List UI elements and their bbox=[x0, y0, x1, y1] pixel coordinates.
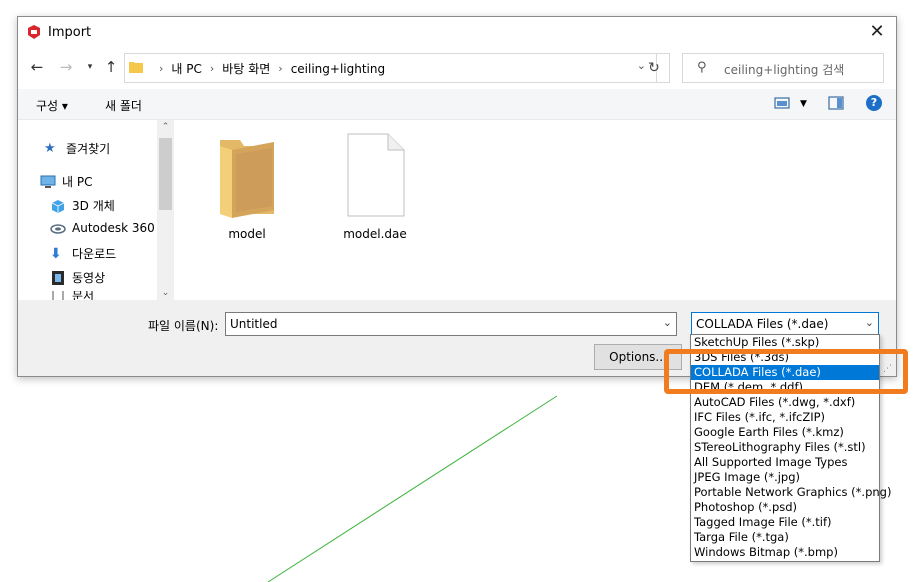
scroll-down-icon[interactable]: ⌄ bbox=[157, 288, 174, 298]
filetype-option[interactable]: AutoCAD Files (*.dwg, *.dxf) bbox=[691, 395, 879, 410]
nav-item-label: 3D 개체 bbox=[72, 199, 115, 213]
chevron-down-icon[interactable]: ⌄ bbox=[865, 316, 874, 329]
filetype-select[interactable]: COLLADA Files (*.dae) ⌄ bbox=[691, 312, 879, 336]
nav-item-this-pc[interactable]: 내 PC bbox=[40, 173, 92, 190]
filetype-dropdown-list: SketchUp Files (*.skp) 3DS Files (*.3ds) C… bbox=[690, 334, 891, 562]
command-toolbar: 구성 ▾ 새 폴더 ▼ ? bbox=[18, 89, 896, 120]
nav-item-label: 문서 bbox=[72, 291, 95, 300]
document-icon bbox=[52, 291, 64, 300]
nav-item-label: Autodesk 360 bbox=[72, 221, 155, 235]
filetype-option[interactable]: DEM (*.dem, *.ddf) bbox=[691, 380, 879, 395]
screen: Import ✕ ← → ▾ ↑ › 내 PC › 바탕 화면 › ceilin… bbox=[0, 0, 922, 582]
dialog-title: Import bbox=[48, 25, 92, 40]
filetype-option[interactable]: Windows Bitmap (*.bmp) bbox=[691, 545, 879, 560]
scroll-thumb[interactable] bbox=[159, 138, 172, 210]
file-item-folder[interactable]: model bbox=[207, 132, 287, 241]
nav-item-label: 다운로드 bbox=[72, 247, 117, 261]
sketchup-app-icon bbox=[28, 25, 40, 39]
file-item-dae[interactable]: model.dae bbox=[335, 132, 415, 241]
recent-locations-chevron-icon[interactable]: ▾ bbox=[80, 57, 100, 77]
organize-menu[interactable]: 구성 ▾ bbox=[36, 97, 68, 114]
download-icon: ⬇ bbox=[50, 245, 62, 262]
refresh-icon: ↻ bbox=[648, 60, 660, 76]
breadcrumb-separator-icon: › bbox=[209, 62, 215, 75]
breadcrumb-item-desktop[interactable]: 바탕 화면 bbox=[222, 60, 270, 77]
scroll-up-icon[interactable]: ⌃ bbox=[157, 122, 174, 132]
nav-item-label: 내 PC bbox=[62, 175, 93, 189]
view-options-icon[interactable] bbox=[774, 96, 790, 110]
filetype-option[interactable]: Portable Network Graphics (*.png) bbox=[691, 485, 891, 500]
filetype-option[interactable]: JPEG Image (*.jpg) bbox=[691, 470, 879, 485]
filetype-option[interactable]: Targa File (*.tga) bbox=[691, 530, 879, 545]
nav-item-3d-objects[interactable]: 3D 개체 bbox=[50, 197, 115, 214]
filetype-option[interactable]: Tagged Image File (*.tif) bbox=[691, 515, 879, 530]
cube-icon bbox=[51, 199, 65, 213]
filetype-value: COLLADA Files (*.dae) bbox=[696, 317, 829, 331]
cloud-icon bbox=[50, 224, 66, 234]
search-input[interactable]: ⚲ ceiling+lighting 검색 bbox=[682, 53, 884, 83]
filetype-option[interactable]: All Supported Image Types bbox=[691, 455, 879, 470]
breadcrumb: › 내 PC › 바탕 화면 › ceiling+lighting bbox=[151, 60, 385, 77]
nav-item-documents[interactable]: 문서 bbox=[50, 291, 94, 300]
address-bar[interactable]: › 내 PC › 바탕 화면 › ceiling+lighting ⌄ bbox=[124, 53, 657, 83]
nav-item-favorites[interactable]: ★ 즐겨찾기 bbox=[44, 140, 110, 157]
filename-value: Untitled bbox=[230, 317, 278, 331]
file-list: model model.dae bbox=[175, 120, 896, 300]
navigation-scrollbar[interactable]: ⌃ ⌄ bbox=[157, 120, 174, 300]
new-folder-button[interactable]: 새 폴더 bbox=[105, 97, 142, 114]
file-name: model bbox=[228, 227, 266, 241]
search-placeholder: ceiling+lighting 검색 bbox=[724, 63, 845, 77]
star-icon: ★ bbox=[44, 140, 56, 156]
filetype-option[interactable]: STereoLithography Files (*.stl) bbox=[691, 440, 879, 455]
back-arrow-icon[interactable]: ← bbox=[27, 57, 47, 77]
document-icon bbox=[347, 133, 405, 217]
computer-icon bbox=[40, 175, 56, 188]
nav-item-downloads[interactable]: ⬇ 다운로드 bbox=[50, 245, 116, 262]
nav-item-autodesk-360[interactable]: Autodesk 360 bbox=[50, 221, 155, 235]
view-chevron-down-icon[interactable]: ▼ bbox=[800, 99, 807, 109]
chevron-down-icon[interactable]: ⌄ bbox=[663, 316, 672, 329]
filetype-option[interactable]: Google Earth Files (*.kmz) bbox=[691, 425, 879, 440]
breadcrumb-item-pc[interactable]: 내 PC bbox=[171, 60, 201, 77]
filetype-option[interactable]: 3DS Files (*.3ds) bbox=[691, 350, 879, 365]
breadcrumb-separator-icon: › bbox=[278, 62, 283, 75]
navigation-pane: ★ 즐겨찾기 내 PC 3D 개체 Autodesk 360 ⬇ 다운로드 동영… bbox=[18, 120, 174, 300]
filename-label: 파일 이름(N): bbox=[148, 319, 219, 333]
breadcrumb-item-folder[interactable]: ceiling+lighting bbox=[291, 62, 385, 76]
forward-arrow-icon[interactable]: → bbox=[56, 57, 76, 77]
nav-item-label: 즐겨찾기 bbox=[66, 142, 111, 156]
refresh-button[interactable]: ↻ bbox=[639, 53, 670, 83]
title-bar: Import ✕ bbox=[18, 17, 896, 48]
file-name: model.dae bbox=[343, 227, 407, 241]
nav-item-label: 동영상 bbox=[72, 271, 106, 285]
filetype-option[interactable]: SketchUp Files (*.skp) bbox=[691, 335, 879, 350]
search-icon: ⚲ bbox=[697, 60, 707, 75]
folder-icon bbox=[220, 140, 274, 218]
video-icon bbox=[52, 270, 64, 285]
preview-pane-icon[interactable] bbox=[828, 96, 844, 110]
filetype-option[interactable]: IFC Files (*.ifc, *.ifcZIP) bbox=[691, 410, 879, 425]
options-button[interactable]: Options... bbox=[594, 344, 682, 370]
filename-input[interactable]: Untitled ⌄ bbox=[225, 312, 677, 336]
resize-grip-icon[interactable]: ⋰ bbox=[883, 364, 892, 374]
close-button[interactable]: ✕ bbox=[866, 21, 888, 43]
nav-item-videos[interactable]: 동영상 bbox=[50, 269, 105, 286]
folder-icon bbox=[129, 62, 143, 73]
breadcrumb-separator-icon: › bbox=[159, 62, 164, 75]
filetype-option[interactable]: Photoshop (*.psd) bbox=[691, 500, 879, 515]
up-arrow-icon[interactable]: ↑ bbox=[101, 57, 121, 77]
help-button[interactable]: ? bbox=[866, 95, 882, 111]
import-dialog: Import ✕ ← → ▾ ↑ › 내 PC › 바탕 화면 › ceilin… bbox=[17, 16, 897, 377]
filetype-option[interactable]: COLLADA Files (*.dae) bbox=[691, 365, 879, 380]
